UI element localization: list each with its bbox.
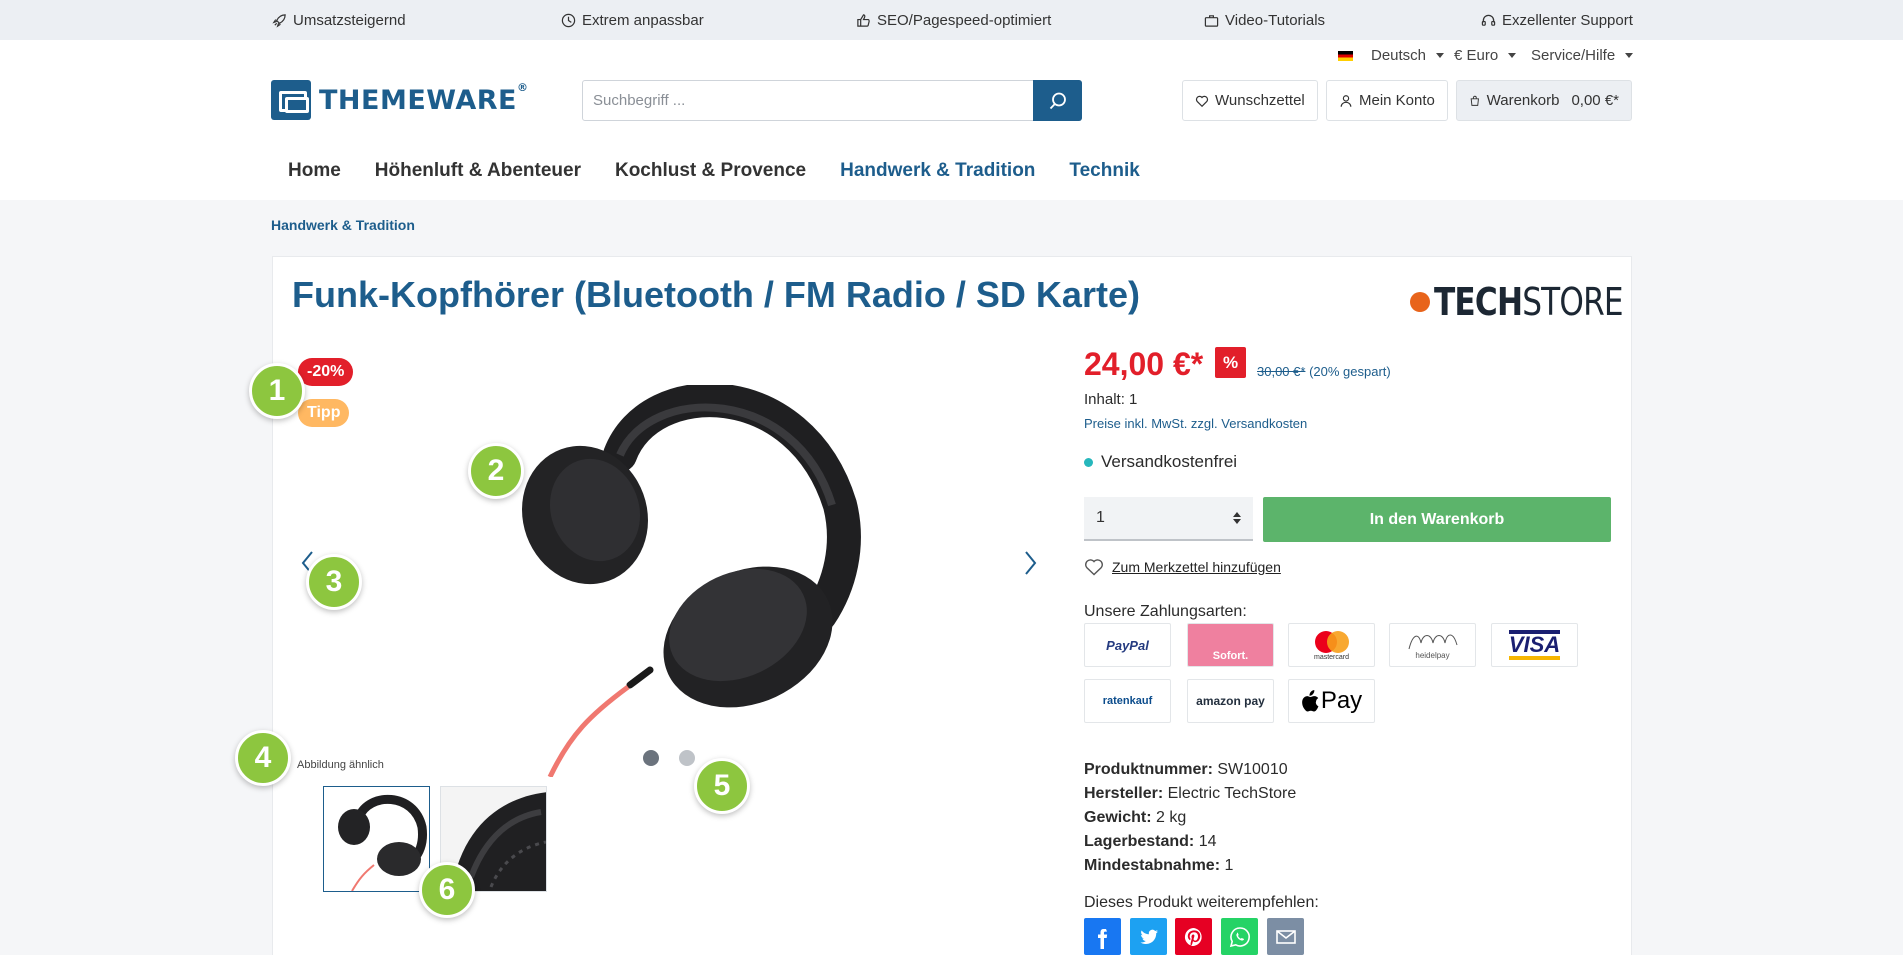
quantity-select[interactable]: 1 xyxy=(1084,497,1253,541)
apple-pay-logo: Pay xyxy=(1288,679,1375,723)
nav-home[interactable]: Home xyxy=(288,160,341,182)
facebook-icon xyxy=(1097,928,1107,949)
breadcrumb[interactable]: Handwerk & Tradition xyxy=(271,217,415,233)
nav-technik[interactable]: Technik xyxy=(1069,160,1139,182)
gallery-dot[interactable] xyxy=(679,750,695,766)
usp-item: SEO/Pagespeed-optimiert xyxy=(856,12,1051,29)
mastercard-icon xyxy=(1314,630,1349,653)
clock-icon xyxy=(561,13,576,28)
currency-selector[interactable]: € Euro xyxy=(1454,47,1517,64)
annotation-marker: 4 xyxy=(235,730,291,786)
rocket-icon xyxy=(272,14,286,28)
ratenkauf-logo: ratenkauf xyxy=(1084,679,1171,723)
share-whatsapp-button[interactable] xyxy=(1221,918,1258,955)
chevron-down-icon xyxy=(1436,53,1445,58)
add-to-wishlist-link[interactable]: Zum Merkzettel hinzufügen xyxy=(1084,558,1281,576)
headphones-image[interactable] xyxy=(470,385,870,777)
chevron-down-icon xyxy=(1508,53,1517,58)
usp-item: Extrem anpassbar xyxy=(561,12,704,29)
thumbs-up-icon xyxy=(857,14,870,27)
headphones-thumb-image xyxy=(338,794,427,891)
service-menu[interactable]: Service/Hilfe xyxy=(1531,47,1634,64)
product-content: Inhalt: 1 xyxy=(1084,391,1138,408)
twitter-icon xyxy=(1140,929,1158,944)
nav-kochlust[interactable]: Kochlust & Provence xyxy=(615,160,806,182)
add-to-cart-button[interactable]: In den Warenkorb xyxy=(1263,497,1611,542)
logo-icon xyxy=(271,80,311,120)
manufacturer-logo[interactable]: TECHSTORE xyxy=(1410,280,1664,324)
amazon-pay-logo: amazon pay xyxy=(1187,679,1274,723)
share-pinterest-button[interactable] xyxy=(1175,918,1212,955)
chevron-down-icon xyxy=(1625,53,1634,58)
pinterest-icon xyxy=(1184,927,1202,946)
usp-item: Exzellenter Support xyxy=(1481,12,1633,29)
gallery-next-button[interactable] xyxy=(1020,548,1040,578)
annotation-marker: 2 xyxy=(468,443,524,499)
user-icon xyxy=(1340,94,1352,107)
headset-icon xyxy=(1481,14,1496,26)
visa-logo: VISA xyxy=(1491,623,1578,667)
detail-row: Mindestabnahme: 1 xyxy=(1084,857,1234,874)
old-price: 30,00 €* (20% gespart) xyxy=(1257,364,1391,379)
payment-methods-title: Unsere Zahlungsarten: xyxy=(1084,603,1247,620)
detail-row: Gewicht: 2 kg xyxy=(1084,809,1187,826)
heidelpay-logo: heidelpay xyxy=(1389,623,1476,667)
usp-item: Umsatzsteigernd xyxy=(272,12,406,29)
cart-button[interactable]: Warenkorb 0,00 €* xyxy=(1456,80,1632,121)
share-email-button[interactable] xyxy=(1267,918,1304,955)
annotation-marker: 6 xyxy=(419,862,475,918)
main-navigation: Home Höhenluft & Abenteuer Kochlust & Pr… xyxy=(288,160,1140,182)
detail-row: Lagerbestand: 14 xyxy=(1084,833,1217,850)
nav-hoehenluft[interactable]: Höhenluft & Abenteuer xyxy=(375,160,581,182)
mail-icon xyxy=(1275,929,1296,944)
recommend-title: Dieses Produkt weiterempfehlen: xyxy=(1084,894,1319,911)
nav-handwerk[interactable]: Handwerk & Tradition xyxy=(840,160,1035,182)
thumbnail-1[interactable] xyxy=(323,786,430,892)
brand-dot-icon xyxy=(1410,292,1430,312)
detail-row: Produktnummer: SW10010 xyxy=(1084,761,1288,778)
product-details: Produktnummer: SW10010 Hersteller: Elect… xyxy=(1084,758,1296,878)
detail-row: Hersteller: Electric TechStore xyxy=(1084,785,1297,802)
search-icon xyxy=(1049,92,1066,109)
share-twitter-button[interactable] xyxy=(1130,918,1167,955)
briefcase-icon xyxy=(1204,15,1219,27)
annotation-marker: 5 xyxy=(694,758,750,814)
annotation-marker: 1 xyxy=(249,363,305,419)
shipping-status: Versandkostenfrei xyxy=(1084,452,1237,472)
shipping-status-dot xyxy=(1084,457,1093,467)
gallery-dots xyxy=(643,750,695,766)
german-flag-icon xyxy=(1338,50,1353,61)
sale-badge: -20% xyxy=(298,358,354,386)
tax-shipping-link[interactable]: Preise inkl. MwSt. zzgl. Versandkosten xyxy=(1084,416,1307,431)
language-selector[interactable]: Deutsch xyxy=(1338,47,1445,64)
image-note: Abbildung ähnlich xyxy=(297,759,384,771)
discount-percent-badge: % xyxy=(1215,347,1246,378)
heart-icon xyxy=(1085,559,1103,576)
heart-icon xyxy=(1195,95,1209,107)
sofort-logo: Sofort. xyxy=(1187,623,1274,667)
account-button[interactable]: Mein Konto xyxy=(1326,80,1448,121)
wishlist-button[interactable]: Wunschzettel xyxy=(1182,80,1318,121)
paypal-logo: PayPal xyxy=(1084,623,1171,667)
product-price: 24,00 €* xyxy=(1084,346,1204,382)
gallery-dot[interactable] xyxy=(643,750,659,766)
header: Deutsch € Euro Service/Hilfe THEMEWARE® … xyxy=(0,40,1903,200)
annotation-marker: 3 xyxy=(306,554,362,610)
search-bar xyxy=(582,80,1082,121)
usp-bar: Umsatzsteigernd Extrem anpassbar SEO/Pag… xyxy=(0,0,1903,40)
share-facebook-button[interactable] xyxy=(1084,918,1121,955)
usp-item: Video-Tutorials xyxy=(1204,12,1325,29)
search-input[interactable] xyxy=(583,81,1033,120)
search-button[interactable] xyxy=(1033,80,1082,121)
cart-bag-icon xyxy=(1470,95,1479,106)
mastercard-logo: mastercard xyxy=(1288,623,1375,667)
apple-icon xyxy=(1301,690,1319,712)
select-arrows-icon xyxy=(1233,512,1241,524)
heidelpay-icon xyxy=(1408,634,1457,649)
product-title: Funk-Kopfhörer (Bluetooth / FM Radio / S… xyxy=(292,274,1140,315)
tipp-badge: Tipp xyxy=(298,399,350,427)
whatsapp-icon xyxy=(1229,926,1250,947)
shop-logo[interactable]: THEMEWARE® xyxy=(271,80,528,120)
